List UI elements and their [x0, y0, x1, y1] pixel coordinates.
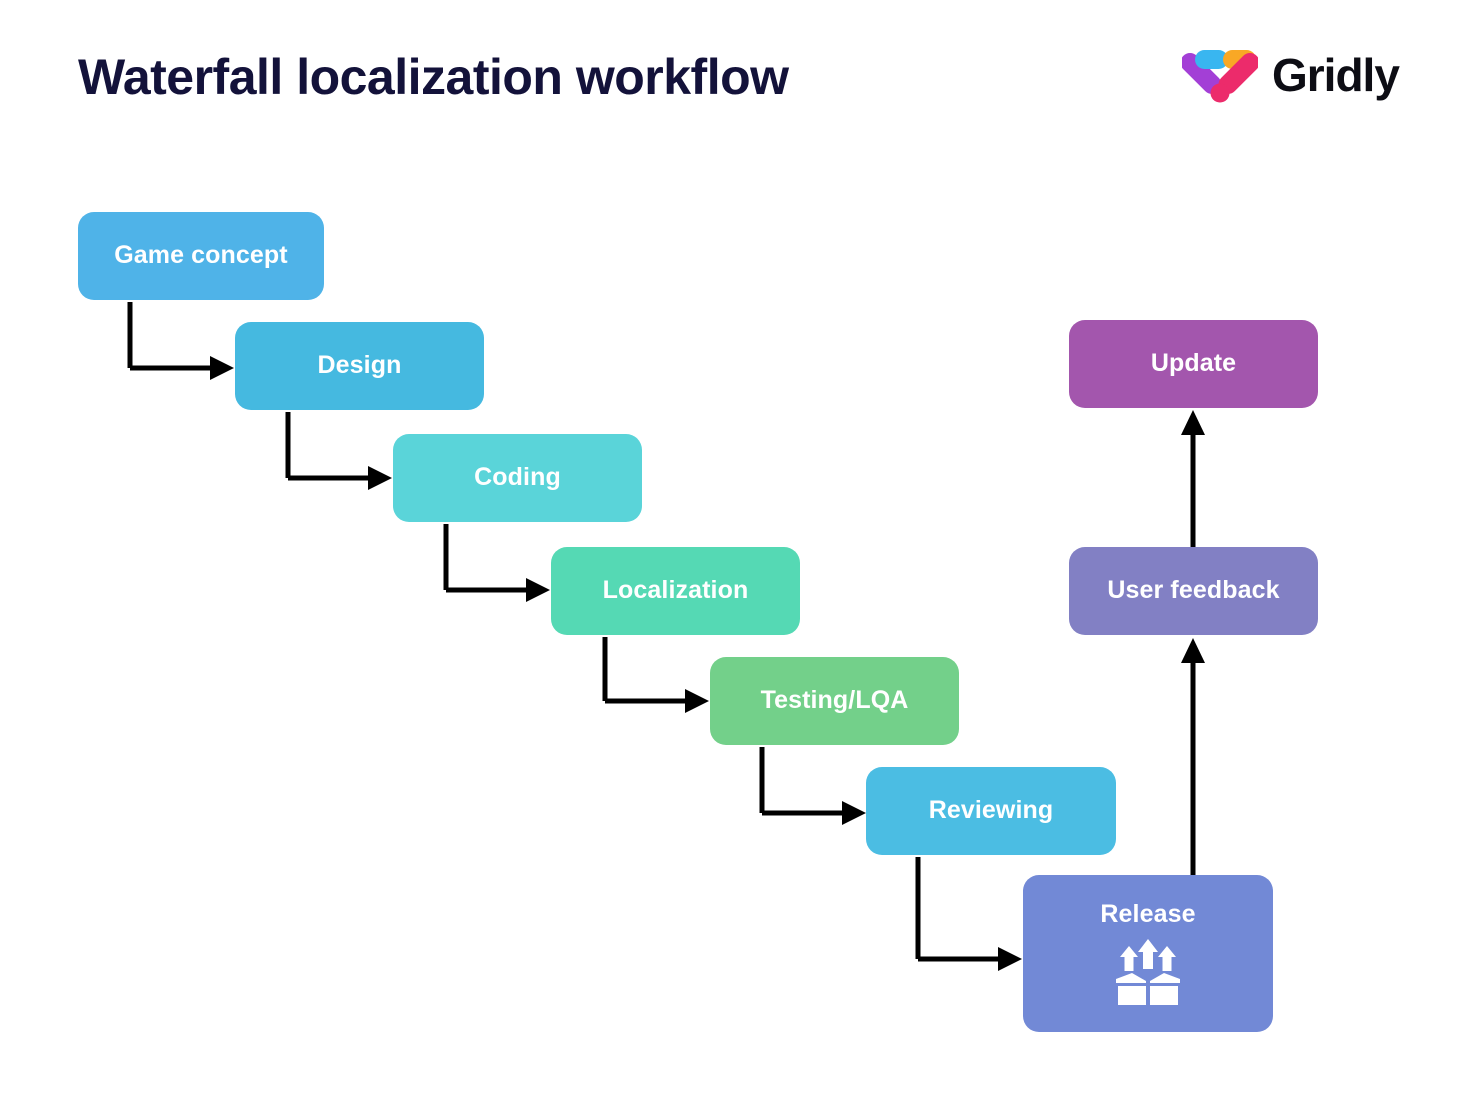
node-localization[interactable]: Localization [551, 547, 800, 635]
diagram-canvas: Waterfall localization workflow Gridly G… [0, 0, 1460, 1116]
brand-logo: Gridly [1182, 46, 1400, 104]
node-label-user-feedback: User feedback [1107, 576, 1280, 605]
node-label-localization: Localization [602, 576, 749, 605]
open-box-with-up-arrows-icon [1116, 938, 1180, 1005]
node-update[interactable]: Update [1069, 320, 1318, 408]
node-label-design: Design [317, 351, 402, 380]
node-label-testing-lqa: Testing/LQA [760, 686, 909, 715]
node-user-feedback[interactable]: User feedback [1069, 547, 1318, 635]
node-label-release: Release [1100, 900, 1196, 928]
node-design[interactable]: Design [235, 322, 484, 410]
node-label-update: Update [1150, 349, 1237, 378]
node-label-game-concept: Game concept [114, 241, 288, 270]
connector-localization-to-testing-lqa [602, 637, 709, 713]
node-label-reviewing: Reviewing [928, 796, 1054, 825]
connector-coding-to-localization [443, 524, 550, 602]
connector-game-concept-to-design [127, 302, 234, 380]
node-label-coding: Coding [474, 463, 561, 492]
node-coding[interactable]: Coding [393, 434, 642, 522]
connector-reviewing-to-release [915, 857, 1022, 971]
brand-name: Gridly [1272, 49, 1400, 101]
connector-user-feedback-to-update [1181, 410, 1205, 549]
node-release[interactable]: Release [1023, 875, 1273, 1032]
connector-testing-lqa-to-reviewing [759, 747, 866, 825]
connector-release-to-user-feedback [1181, 638, 1205, 877]
page-title: Waterfall localization workflow [78, 49, 789, 105]
connector-design-to-coding [285, 412, 392, 490]
node-testing-lqa[interactable]: Testing/LQA [710, 657, 959, 745]
gridly-logo-mark-icon [1182, 50, 1258, 103]
node-game-concept[interactable]: Game concept [78, 212, 324, 300]
node-reviewing[interactable]: Reviewing [866, 767, 1116, 855]
